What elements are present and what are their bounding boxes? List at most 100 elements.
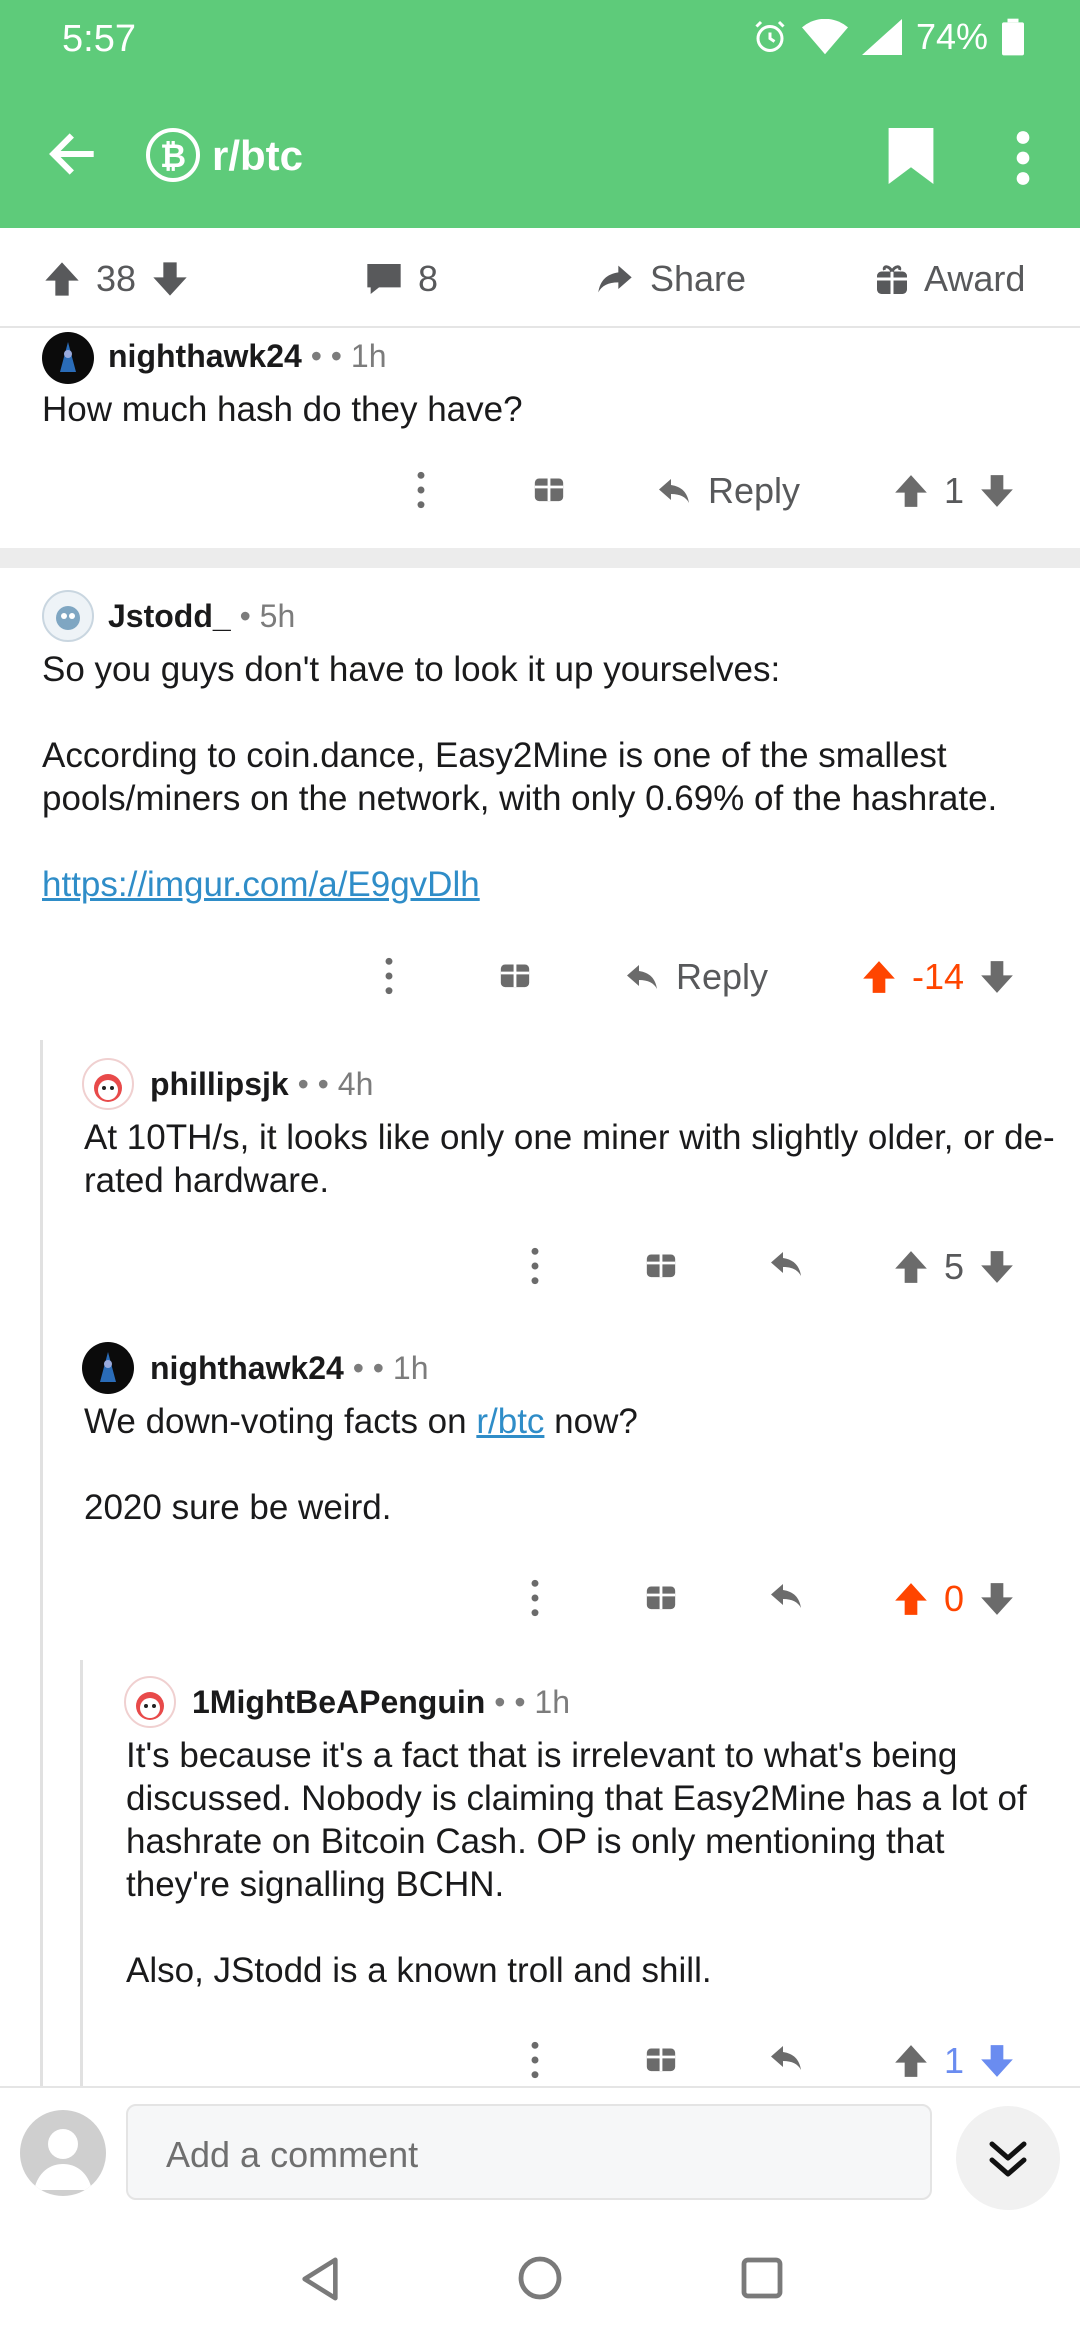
avatar[interactable] (82, 1342, 134, 1394)
reply-button[interactable] (766, 2040, 806, 2076)
comment-meta: Jstodd_ • 5h (108, 598, 295, 635)
vote-group: 1 (892, 2040, 1016, 2082)
vote-group: -14 (860, 956, 1016, 998)
subreddit-icon[interactable]: ₿ (146, 128, 200, 182)
comment-actions: Reply -14 (0, 956, 1080, 1016)
gift-icon (500, 964, 530, 988)
comment-actions: Reply 1 (0, 470, 1080, 530)
meta-separator: • (494, 1684, 506, 1720)
comment-text: Also, JStodd is a known troll and shill. (126, 1951, 712, 1990)
comment-text: According to coin.dance, Easy2Mine is on… (42, 736, 998, 818)
upvote-icon[interactable] (892, 472, 930, 510)
post-score: 38 (96, 258, 137, 299)
vote-group: 1 (892, 470, 1016, 512)
nav-back-icon[interactable] (298, 2256, 342, 2302)
comment-text: How much hash do they have? (42, 390, 523, 429)
upvote-icon[interactable] (892, 1248, 930, 1286)
comment-meta: nighthawk24 • • 1h (108, 338, 386, 375)
award-button[interactable] (498, 956, 532, 990)
upvote-icon[interactable] (860, 958, 898, 996)
award-button[interactable] (644, 1578, 678, 1612)
comment-author[interactable]: 1MightBeAPenguin (192, 1684, 485, 1720)
comment-author[interactable]: nighthawk24 (108, 338, 302, 374)
comment: 1MightBeAPenguin • • 1h It's because it'… (0, 1668, 1080, 2086)
vertical-dots-icon (417, 471, 425, 509)
subreddit-title[interactable]: r/btc (212, 132, 303, 180)
downvote-icon[interactable] (978, 472, 1016, 510)
nav-recents-icon[interactable] (740, 2256, 784, 2300)
comment-age: • 4h (317, 1066, 374, 1102)
vote-group: 5 (892, 1246, 1016, 1288)
comment-age: • 1h (514, 1684, 570, 1720)
more-options-button[interactable] (382, 956, 396, 996)
comment-author[interactable]: phillipsjk (150, 1066, 289, 1102)
subreddit-link[interactable]: r/btc (476, 1402, 544, 1441)
meta-separator: • (297, 1066, 309, 1102)
award-button[interactable]: Award (874, 258, 1025, 300)
share-icon (598, 265, 632, 293)
upvote-icon[interactable] (892, 2042, 930, 2080)
wifi-icon (801, 19, 848, 55)
comment: nighthawk24 • • 1h How much hash do they… (0, 330, 1080, 548)
nav-home-icon[interactable] (518, 2256, 562, 2300)
reply-label: Reply (708, 470, 801, 511)
comment-text: We down-voting facts on (84, 1402, 477, 1441)
downvote-icon[interactable] (978, 1248, 1016, 1286)
reply-button[interactable] (766, 1246, 806, 1282)
reply-icon (771, 1252, 801, 1276)
comment-body: It's because it's a fact that is irrelev… (126, 1734, 1056, 1992)
gift-icon (646, 1254, 676, 1278)
upvote-icon[interactable] (42, 259, 82, 299)
comments-button[interactable]: 8 (364, 258, 438, 300)
vertical-dots-icon (531, 2041, 539, 2079)
comment-link[interactable]: https://imgur.com/a/E9gvDlh (42, 865, 480, 904)
reply-button[interactable] (766, 1578, 806, 1614)
bookmark-icon[interactable] (888, 128, 934, 184)
vertical-dots-icon (531, 1247, 539, 1285)
more-options-button[interactable] (414, 470, 428, 510)
avatar[interactable] (82, 1058, 134, 1110)
comment-count: 8 (418, 258, 439, 299)
comment: Jstodd_ • 5h So you guys don't have to l… (0, 568, 1080, 1018)
share-button[interactable]: Share (594, 258, 746, 300)
status-bar: 5:57 74% (0, 0, 1080, 80)
reply-button[interactable]: Reply (622, 956, 768, 998)
avatar[interactable] (42, 590, 94, 642)
upvote-icon[interactable] (892, 1580, 930, 1618)
app-bar: 5:57 74% ₿ r/btc (0, 0, 1080, 228)
downvote-icon[interactable] (150, 259, 190, 299)
comment-body: How much hash do they have? (42, 388, 1042, 431)
thread-separator (0, 548, 1080, 568)
default-user-icon (34, 2129, 92, 2190)
comment-author[interactable]: nighthawk24 (150, 1350, 344, 1386)
award-button[interactable] (644, 2040, 678, 2074)
award-button[interactable] (644, 1246, 678, 1280)
avatar[interactable] (42, 332, 94, 384)
comment-author[interactable]: Jstodd_ (108, 598, 231, 634)
award-button[interactable] (532, 470, 566, 504)
award-label: Award (924, 258, 1026, 299)
downvote-icon[interactable] (978, 1580, 1016, 1618)
avatar[interactable] (124, 1676, 176, 1728)
collapse-button[interactable] (956, 2106, 1060, 2210)
comment-score: 1 (944, 470, 965, 511)
post-action-bar: 38 8 Share Award (0, 228, 1080, 328)
downvote-icon[interactable] (978, 2042, 1016, 2080)
wizard-avatar-icon (60, 342, 76, 372)
more-options-button[interactable] (528, 1246, 542, 1286)
comment-meta: nighthawk24 • • 1h (150, 1350, 428, 1387)
reply-button[interactable]: Reply (654, 470, 800, 512)
user-avatar[interactable] (20, 2110, 106, 2196)
more-options-button[interactable] (528, 2040, 542, 2080)
back-arrow-icon[interactable] (44, 126, 100, 182)
comment: nighthawk24 • • 1h We down-voting facts … (0, 1334, 1080, 1634)
reply-icon (771, 1584, 801, 1608)
comment-body: So you guys don't have to look it up you… (42, 648, 1062, 906)
battery-percent: 74% (915, 16, 988, 57)
more-options-button[interactable] (528, 1578, 542, 1618)
add-comment-input[interactable]: Add a comment (126, 2104, 932, 2200)
comment-text: 2020 sure be weird. (84, 1488, 392, 1527)
overflow-menu-icon[interactable] (1008, 130, 1038, 186)
double-chevron-down-icon (989, 2141, 1027, 2177)
downvote-icon[interactable] (978, 958, 1016, 996)
